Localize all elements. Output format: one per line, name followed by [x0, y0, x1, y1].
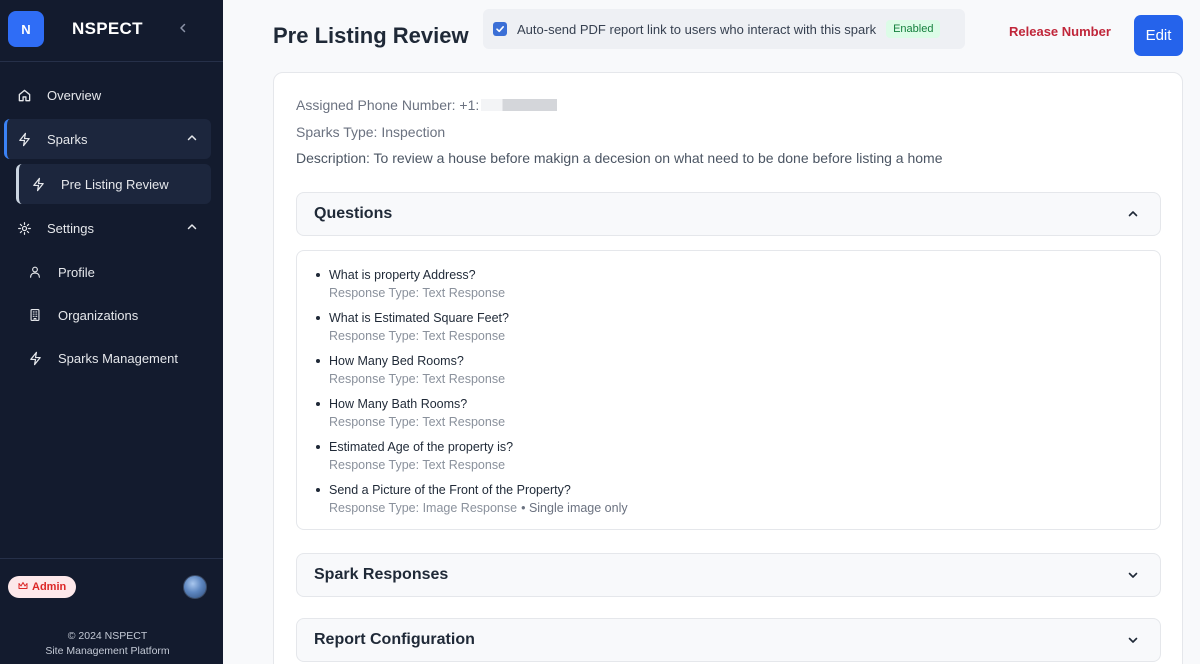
- status-badge: Enabled: [886, 20, 941, 38]
- question-text: How Many Bed Rooms?: [329, 354, 464, 368]
- gear-icon: [15, 219, 33, 237]
- sidebar-item-label: Sparks Management: [58, 350, 178, 366]
- list-item: What is property Address? Response Type:…: [316, 267, 506, 301]
- autosend-setting: Auto-send PDF report link to users who i…: [483, 9, 965, 49]
- sidebar-item-sparks-management[interactable]: Sparks Management: [16, 338, 211, 378]
- list-item: What is Estimated Square Feet? Response …: [316, 310, 509, 344]
- response-type-value: Response Type: Image Response: [329, 501, 518, 515]
- sidebar-item-label: Settings: [47, 220, 94, 236]
- response-type: Response Type: Image Response • Single im…: [329, 500, 628, 516]
- assigned-phone: Assigned Phone Number: +1:: [296, 97, 558, 113]
- sidebar-item-organizations[interactable]: Organizations: [16, 295, 211, 335]
- bullet: [316, 488, 320, 492]
- brand-logo[interactable]: N: [8, 11, 44, 47]
- spark-type: Sparks Type: Inspection: [296, 124, 446, 140]
- list-item: Estimated Age of the property is? Respon…: [316, 439, 514, 473]
- report-configuration-section-header[interactable]: Report Configuration: [296, 618, 1161, 662]
- bullet: [316, 316, 320, 320]
- role-badge-label: Admin: [32, 581, 67, 593]
- chevron-up-icon[interactable]: [185, 131, 199, 145]
- spark-responses-section-header[interactable]: Spark Responses: [296, 553, 1161, 597]
- platform-tagline: Site Management Platform: [45, 645, 170, 657]
- sidebar-item-label: Overview: [47, 87, 102, 103]
- question-text: Estimated Age of the property is?: [329, 440, 514, 454]
- section-title: Report Configuration: [314, 631, 475, 648]
- sidebar-item-label: Profile: [58, 264, 95, 280]
- lightning-icon: [29, 175, 47, 193]
- chevron-up-icon[interactable]: [185, 220, 199, 234]
- chevron-down-icon: [1126, 633, 1140, 647]
- edit-button[interactable]: Edit: [1134, 15, 1183, 56]
- questions-section-header[interactable]: Questions: [296, 192, 1161, 236]
- question-text: How Many Bath Rooms?: [329, 397, 468, 411]
- spark-description: Description: To review a house before ma…: [296, 150, 943, 166]
- sidebar-item-sparks[interactable]: Sparks: [4, 119, 211, 159]
- brand-header: N NSPECT: [0, 0, 223, 62]
- sidebar-item-label: Pre Listing Review: [61, 176, 169, 192]
- list-item: How Many Bed Rooms? Response Type: Text …: [316, 353, 506, 387]
- response-type: Response Type: Text Response: [329, 415, 506, 429]
- home-icon: [15, 86, 33, 104]
- list-item: How Many Bath Rooms? Response Type: Text…: [316, 396, 506, 430]
- assigned-phone-label: Assigned Phone Number: +1:: [296, 97, 480, 113]
- bullet: [316, 359, 320, 363]
- user-icon: [26, 263, 44, 281]
- release-number-link[interactable]: Release Number: [1009, 24, 1111, 39]
- bullet: [316, 402, 320, 406]
- bullet: [316, 445, 320, 449]
- copyright: © 2024 NSPECT Site Management Platform: [0, 629, 215, 659]
- autosend-checkbox[interactable]: [493, 22, 507, 36]
- avatar[interactable]: [183, 575, 207, 599]
- collapse-sidebar-icon[interactable]: [175, 20, 191, 36]
- crown-icon: [18, 581, 28, 593]
- brand-name: NSPECT: [72, 19, 143, 38]
- sidebar-footer: Admin © 2024 NSPECT Site Management Plat…: [0, 558, 223, 664]
- copyright-text: © 2024 NSPECT: [67, 630, 148, 642]
- redacted-phone-value: [481, 99, 558, 111]
- sidebar-item-profile[interactable]: Profile: [16, 252, 211, 292]
- page-title: Pre Listing Review: [273, 23, 469, 48]
- list-item: Send a Picture of the Front of the Prope…: [316, 482, 628, 516]
- chevron-up-icon: [1126, 207, 1140, 221]
- questions-list: What is property Address? Response Type:…: [296, 250, 1161, 530]
- chevron-down-icon: [1126, 568, 1140, 582]
- section-title: Spark Responses: [314, 566, 449, 583]
- question-text: What is Estimated Square Feet?: [329, 311, 509, 325]
- lightning-icon: [15, 130, 33, 148]
- response-type: Response Type: Text Response: [329, 458, 506, 472]
- building-icon: [26, 306, 44, 324]
- question-text: What is property Address?: [329, 268, 476, 282]
- sidebar-item-label: Sparks: [47, 131, 88, 147]
- response-type: Response Type: Text Response: [329, 372, 506, 386]
- sidebar: N NSPECT Overview Sparks Pre Listing Rev…: [0, 0, 223, 664]
- sidebar-item-settings[interactable]: Settings: [4, 208, 211, 248]
- role-badge: Admin: [8, 576, 77, 598]
- image-limit-note: • Single image only: [521, 501, 628, 515]
- lightning-icon: [26, 349, 44, 367]
- sidebar-item-overview[interactable]: Overview: [4, 75, 211, 115]
- sidebar-item-label: Organizations: [58, 307, 139, 323]
- sidebar-item-pre-listing-review[interactable]: Pre Listing Review: [16, 164, 211, 204]
- autosend-label: Auto-send PDF report link to users who i…: [517, 21, 877, 37]
- bullet: [316, 273, 320, 277]
- response-type: Response Type: Text Response: [329, 329, 506, 343]
- spark-detail-card: Assigned Phone Number: +1: Sparks Type: …: [273, 72, 1183, 664]
- question-text: Send a Picture of the Front of the Prope…: [329, 483, 571, 497]
- response-type: Response Type: Text Response: [329, 286, 506, 300]
- section-title: Questions: [314, 205, 393, 222]
